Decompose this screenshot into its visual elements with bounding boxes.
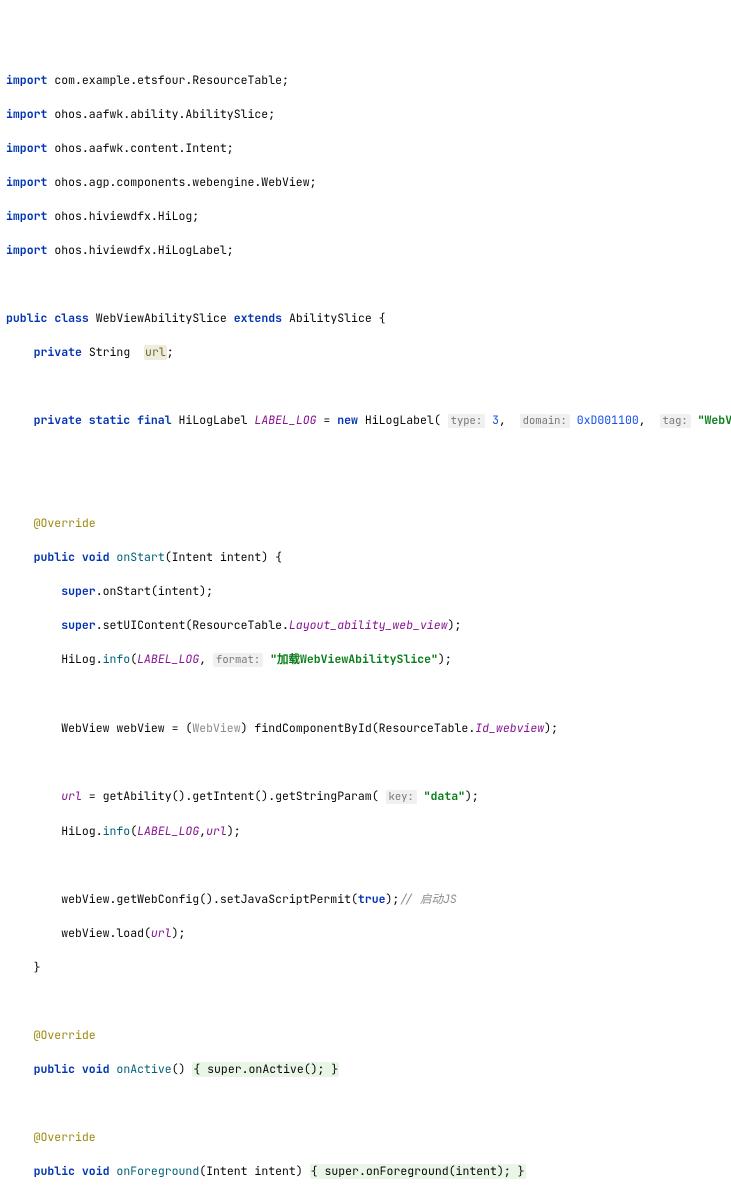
param-hint: type: <box>448 414 486 428</box>
blank-line <box>6 447 725 464</box>
code-line: WebView webView = (WebView) findComponen… <box>6 720 725 737</box>
param-hint: format: <box>213 653 263 667</box>
blank-line <box>6 993 725 1010</box>
annotation: @Override <box>6 1129 725 1146</box>
code-line: super.setUIContent(ResourceTable.Layout_… <box>6 617 725 634</box>
field-declaration: private String url; <box>6 344 725 361</box>
class-declaration: public class WebViewAbilitySlice extends… <box>6 310 725 327</box>
blank-line <box>6 686 725 703</box>
code-line: HiLog.info(LABEL_LOG,url); <box>6 823 725 840</box>
code-line: webView.load(url); <box>6 925 725 942</box>
blank-line <box>6 276 725 293</box>
field-declaration: private static final HiLogLabel LABEL_LO… <box>6 412 725 430</box>
kw-import: import <box>6 73 47 88</box>
import-line: import com.example.etsfour.ResourceTable… <box>6 72 725 89</box>
code-line: url = getAbility().getIntent().getString… <box>6 788 725 806</box>
code-fold[interactable]: { super.onForeground(intent); } <box>310 1164 526 1179</box>
blank-line <box>6 857 725 874</box>
code-line: super.onStart(intent); <box>6 583 725 600</box>
import-line: import ohos.aafwk.content.Intent; <box>6 140 725 157</box>
code-fold[interactable]: { super.onActive(); } <box>192 1062 339 1077</box>
param-hint: tag: <box>660 414 691 428</box>
import-line: import ohos.agp.components.webengine.Web… <box>6 174 725 191</box>
blank-line <box>6 378 725 395</box>
import-line: import ohos.hiviewdfx.HiLog; <box>6 208 725 225</box>
method-signature: public void onActive() { super.onActive(… <box>6 1061 725 1078</box>
blank-line <box>6 1095 725 1112</box>
code-line: webView.getWebConfig().setJavaScriptPerm… <box>6 891 725 908</box>
blank-line <box>6 754 725 771</box>
method-signature: public void onForeground(Intent intent) … <box>6 1163 725 1180</box>
code-line: HiLog.info(LABEL_LOG, format: "加载WebView… <box>6 651 725 669</box>
code-editor[interactable]: import com.example.etsfour.ResourceTable… <box>6 72 725 1192</box>
annotation: @Override <box>6 515 725 532</box>
import-line: import ohos.aafwk.ability.AbilitySlice; <box>6 106 725 123</box>
method-signature: public void onStart(Intent intent) { <box>6 549 725 566</box>
annotation: @Override <box>6 1027 725 1044</box>
import-line: import ohos.hiviewdfx.HiLogLabel; <box>6 242 725 259</box>
warning-highlight: url <box>144 345 167 360</box>
blank-line <box>6 481 725 498</box>
param-hint: key: <box>386 790 417 804</box>
param-hint: domain: <box>520 414 570 428</box>
brace-close: } <box>6 959 725 976</box>
